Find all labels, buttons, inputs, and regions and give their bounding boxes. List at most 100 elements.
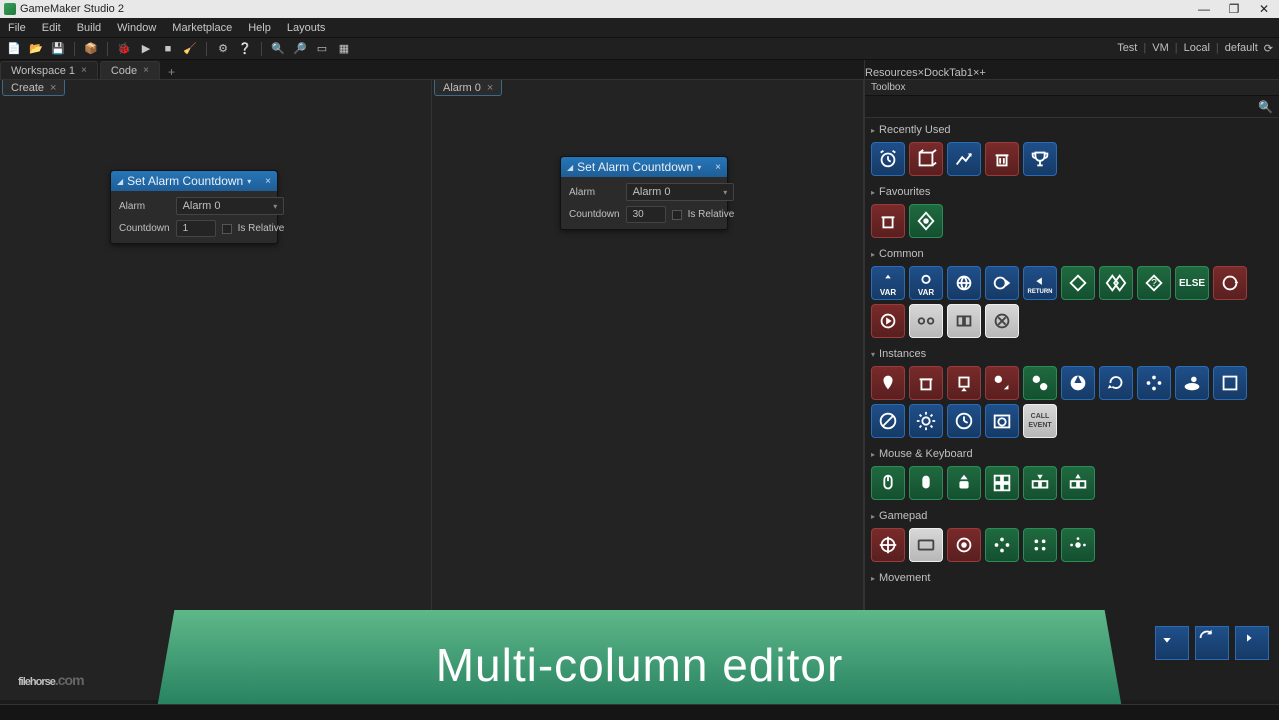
debug-icon[interactable]: 🐞	[116, 41, 132, 57]
zoom-fit-icon[interactable]: ▭	[314, 41, 330, 57]
if-icon[interactable]	[1061, 266, 1095, 300]
global-set-icon[interactable]	[985, 266, 1019, 300]
branch-icon[interactable]	[947, 142, 981, 176]
help-icon[interactable]: ❔	[237, 41, 253, 57]
rotate-icon[interactable]	[1099, 366, 1133, 400]
menu-edit[interactable]: Edit	[42, 22, 61, 34]
exit-icon[interactable]	[985, 304, 1019, 338]
destroy-at-icon[interactable]	[947, 366, 981, 400]
dropdown-icon[interactable]: ▾	[697, 163, 701, 172]
close-icon[interactable]: ×	[715, 162, 721, 173]
is-relative-checkbox[interactable]	[222, 224, 232, 234]
node-set-alarm-countdown[interactable]: ◢ Set Alarm Countdown ▾ × Alarm Alarm 0▾…	[560, 156, 728, 230]
status-test[interactable]: Test	[1117, 42, 1137, 55]
section-header-favourites[interactable]: ▸Favourites	[869, 184, 1275, 200]
repeat-icon[interactable]	[871, 304, 905, 338]
add-tab-button[interactable]: +	[979, 67, 985, 79]
clean-icon[interactable]: 🧹	[182, 41, 198, 57]
section-header-gamepad[interactable]: ▸Gamepad	[869, 508, 1275, 524]
crosshair-icon[interactable]	[871, 528, 905, 562]
menu-marketplace[interactable]: Marketplace	[172, 22, 232, 34]
alarm-icon[interactable]	[871, 142, 905, 176]
gear-icon[interactable]	[909, 404, 943, 438]
minimize-button[interactable]: —	[1189, 0, 1219, 18]
grid-icon[interactable]: ▦	[336, 41, 352, 57]
save-icon[interactable]: 💾	[50, 41, 66, 57]
global-var-icon[interactable]	[947, 266, 981, 300]
comment-icon[interactable]	[909, 304, 943, 338]
mouse-click-icon[interactable]	[909, 466, 943, 500]
editor-column-2[interactable]: Alarm 0× ◢ Set Alarm Countdown ▾ × Alarm…	[432, 80, 864, 700]
set-var-icon[interactable]: VAR	[871, 266, 905, 300]
card-icon[interactable]	[909, 528, 943, 562]
if-else-icon[interactable]	[1099, 266, 1133, 300]
square-icon[interactable]	[1213, 366, 1247, 400]
tab-resources[interactable]: Resources×	[865, 67, 924, 79]
change-instance-icon[interactable]	[985, 366, 1019, 400]
redo-icon[interactable]	[1195, 626, 1229, 660]
clock-icon[interactable]	[947, 404, 981, 438]
close-icon[interactable]: ×	[81, 65, 87, 76]
destroy-icon[interactable]	[985, 142, 1019, 176]
scatter-icon[interactable]	[1137, 366, 1171, 400]
target-icon[interactable]: ⚙	[215, 41, 231, 57]
section-header-mouse-keyboard[interactable]: ▸Mouse & Keyboard	[869, 446, 1275, 462]
cube-icon[interactable]	[909, 142, 943, 176]
countdown-value[interactable]: 1	[176, 220, 216, 237]
close-icon[interactable]: ×	[50, 82, 56, 94]
is-relative-checkbox[interactable]	[672, 210, 682, 220]
editor-column-1[interactable]: Create× ◢ Set Alarm Countdown ▾ × Alarm …	[0, 80, 432, 700]
block-icon[interactable]	[947, 304, 981, 338]
event-tab-create[interactable]: Create×	[2, 80, 65, 96]
add-tab-button[interactable]: +	[162, 65, 181, 79]
new-icon[interactable]: 📄	[6, 41, 22, 57]
menu-layouts[interactable]: Layouts	[287, 22, 326, 34]
menu-window[interactable]: Window	[117, 22, 156, 34]
forward-icon[interactable]	[1235, 626, 1269, 660]
dropdown-icon[interactable]: ▾	[247, 177, 251, 186]
schedule-icon[interactable]	[985, 404, 1019, 438]
dpad-icon[interactable]	[985, 528, 1019, 562]
menu-file[interactable]: File	[8, 22, 26, 34]
node-set-alarm-countdown[interactable]: ◢ Set Alarm Countdown ▾ × Alarm Alarm 0▾…	[110, 170, 278, 244]
section-header-instances[interactable]: ▾Instances	[869, 346, 1275, 362]
key-up-icon[interactable]	[947, 466, 981, 500]
instance-exists-icon[interactable]	[1023, 366, 1057, 400]
status-vm[interactable]: VM	[1152, 42, 1169, 55]
wrap-icon[interactable]	[1061, 366, 1095, 400]
sync-icon[interactable]: ⟳	[1264, 42, 1273, 55]
package-icon[interactable]: 📦	[83, 41, 99, 57]
close-button[interactable]: ✕	[1249, 0, 1279, 18]
slash-icon[interactable]	[871, 404, 905, 438]
status-default[interactable]: default	[1225, 42, 1258, 55]
section-header-common[interactable]: ▸Common	[869, 246, 1275, 262]
menu-help[interactable]: Help	[248, 22, 271, 34]
tab-workspace1[interactable]: Workspace 1×	[0, 61, 98, 79]
down-arrow-icon[interactable]	[1155, 626, 1189, 660]
call-event-icon[interactable]: CALL EVENT	[1023, 404, 1057, 438]
zoom-in-icon[interactable]: 🔎	[292, 41, 308, 57]
section-header-movement[interactable]: ▸Movement	[869, 570, 1275, 586]
close-icon[interactable]: ×	[265, 176, 271, 187]
if-question-icon[interactable]: ?	[1137, 266, 1171, 300]
maximize-button[interactable]: ❐	[1219, 0, 1249, 18]
collapse-icon[interactable]: ◢	[567, 163, 573, 172]
collapse-icon[interactable]: ◢	[117, 177, 123, 186]
menu-build[interactable]: Build	[77, 22, 101, 34]
grid-up-icon[interactable]	[1061, 466, 1095, 500]
section-header-recent[interactable]: ▸Recently Used	[869, 122, 1275, 138]
toolbox-search-input[interactable]	[871, 101, 1258, 112]
create-instance-icon[interactable]	[909, 204, 943, 238]
close-icon[interactable]: ×	[143, 65, 149, 76]
stop-icon[interactable]: ■	[160, 41, 176, 57]
event-tab-alarm0[interactable]: Alarm 0×	[434, 80, 502, 96]
destroy-icon[interactable]	[871, 204, 905, 238]
search-icon[interactable]: 🔍	[1258, 100, 1273, 114]
close-icon[interactable]: ×	[487, 82, 493, 94]
grid-icon[interactable]	[985, 466, 1019, 500]
else-block-icon[interactable]: ELSE	[1175, 266, 1209, 300]
tab-docktab1[interactable]: DockTab1×	[924, 67, 979, 79]
zoom-out-icon[interactable]: 🔍	[270, 41, 286, 57]
get-var-icon[interactable]: VAR	[909, 266, 943, 300]
run-icon[interactable]: ▶	[138, 41, 154, 57]
